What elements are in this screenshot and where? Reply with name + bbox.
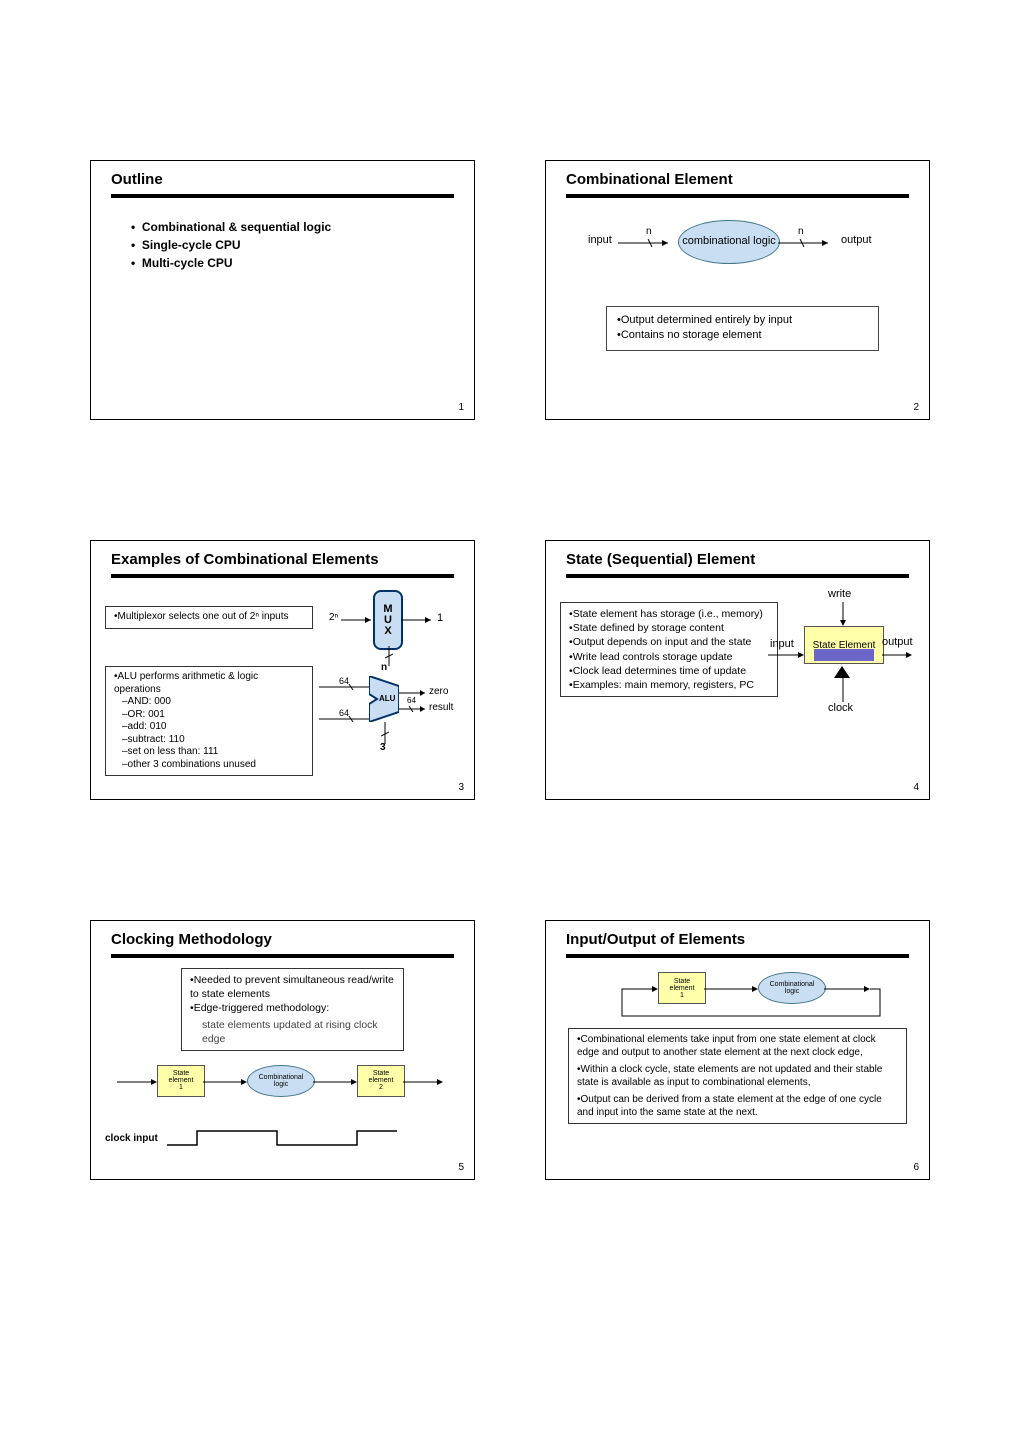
bullet-item: • Single-cycle CPU bbox=[131, 238, 454, 252]
mux-description-box: •Multiplexor selects one out of 2ⁿ input… bbox=[105, 606, 313, 629]
combinational-logic-bubble: combinational logic bbox=[678, 220, 780, 264]
bullet-item: • Multi-cycle CPU bbox=[131, 256, 454, 270]
slide-clocking-methodology: Clocking Methodology •Needed to prevent … bbox=[90, 920, 475, 1180]
mux-shape: M U X bbox=[373, 590, 403, 650]
wire-width-n: n bbox=[646, 226, 652, 237]
page-number: 6 bbox=[913, 1162, 919, 1173]
notes-box: •Needed to prevent simultaneous read/wri… bbox=[181, 968, 404, 1051]
slide-input-output-elements: Input/Output of Elements State element 1… bbox=[545, 920, 930, 1180]
clock-label: clock bbox=[828, 702, 853, 714]
note-line: •Output determined entirely by input bbox=[617, 313, 868, 328]
title-underline bbox=[566, 194, 909, 198]
slide-outline: Outline • Combinational & sequential log… bbox=[90, 160, 475, 420]
clock-input-label: clock input bbox=[105, 1133, 158, 1144]
slide-title: State (Sequential) Element bbox=[566, 551, 909, 568]
state-element-1: State element 1 bbox=[157, 1065, 205, 1097]
clock-triangle-icon bbox=[834, 666, 850, 678]
mux-out-label: 1 bbox=[437, 612, 443, 624]
clock-waveform bbox=[167, 1125, 397, 1151]
bullet-list: • Combinational & sequential logic • Sin… bbox=[111, 220, 454, 270]
alu-zero-label: zero bbox=[429, 686, 448, 697]
state-element-2: State element 2 bbox=[357, 1065, 405, 1097]
slide-title: Outline bbox=[111, 171, 454, 188]
title-underline bbox=[111, 194, 454, 198]
title-underline bbox=[566, 574, 909, 578]
input-label: input bbox=[770, 638, 794, 650]
state-description-box: •State element has storage (i.e., memory… bbox=[560, 602, 778, 697]
bullet-item: • Combinational & sequential logic bbox=[131, 220, 454, 234]
slide-title: Input/Output of Elements bbox=[566, 931, 909, 948]
output-label: output bbox=[841, 234, 872, 246]
alu-result-label: result bbox=[429, 702, 453, 713]
slide-state-element: State (Sequential) Element •State elemen… bbox=[545, 540, 930, 800]
output-label: output bbox=[882, 636, 913, 648]
slide-title: Examples of Combinational Elements bbox=[111, 551, 454, 568]
alu-label: ALU bbox=[379, 694, 395, 703]
alu-result-width: 64 bbox=[407, 696, 416, 705]
alu-shape: ALU bbox=[369, 676, 399, 722]
alu-ctl-width: 3 bbox=[380, 742, 386, 753]
page-number: 3 bbox=[458, 782, 464, 793]
page-number: 2 bbox=[913, 402, 919, 413]
slide-title: Clocking Methodology bbox=[111, 931, 454, 948]
page-number: 4 bbox=[913, 782, 919, 793]
write-label: write bbox=[828, 588, 851, 600]
slide-combinational-element: Combinational Element input n combinatio… bbox=[545, 160, 930, 420]
alu-description-box: •ALU performs arithmetic & logic operati… bbox=[105, 666, 313, 776]
mux-in-label: 2ⁿ bbox=[329, 612, 338, 623]
sub-note: state elements updated at rising clock e… bbox=[190, 1018, 395, 1046]
combinational-logic: Combinational logic bbox=[247, 1065, 315, 1097]
notes-box: •Combinational elements take input from … bbox=[568, 1028, 907, 1124]
wire-width-n: n bbox=[798, 226, 804, 237]
slide-title: Combinational Element bbox=[566, 171, 909, 188]
title-underline bbox=[566, 954, 909, 958]
page-number: 1 bbox=[458, 402, 464, 413]
title-underline bbox=[111, 954, 454, 958]
slide-examples-combinational: Examples of Combinational Elements •Mult… bbox=[90, 540, 475, 800]
title-underline bbox=[111, 574, 454, 578]
input-label: input bbox=[588, 234, 612, 246]
page-number: 5 bbox=[458, 1162, 464, 1173]
notes-box: •Output determined entirely by input •Co… bbox=[606, 306, 879, 351]
note-line: •Contains no storage element bbox=[617, 328, 868, 343]
state-element-box: State Element bbox=[804, 626, 884, 664]
